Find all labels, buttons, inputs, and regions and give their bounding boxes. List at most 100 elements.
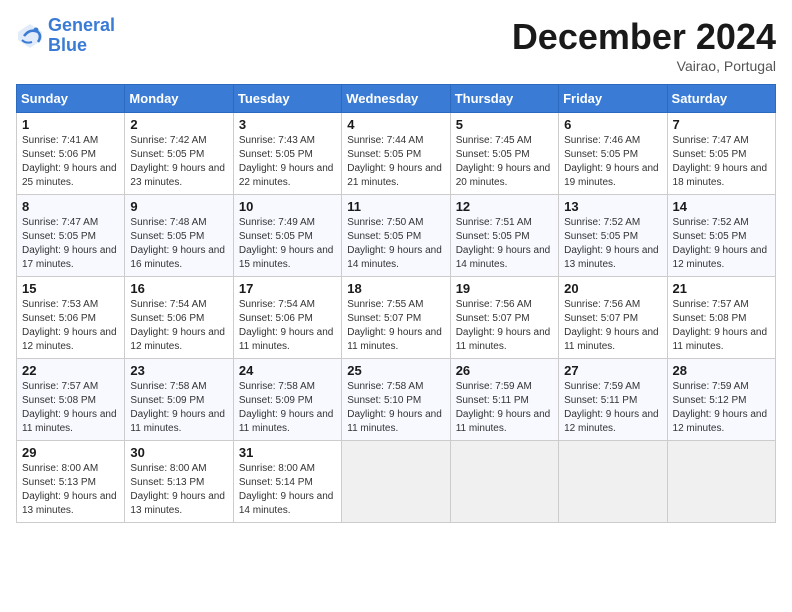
day-number: 29 bbox=[22, 445, 119, 460]
table-row bbox=[667, 441, 775, 523]
day-info: Sunrise: 7:59 AMSunset: 5:11 PMDaylight:… bbox=[564, 380, 661, 436]
day-info: Sunrise: 7:45 AMSunset: 5:05 PMDaylight:… bbox=[456, 134, 553, 190]
table-row: 7 Sunrise: 7:47 AMSunset: 5:05 PMDaylight… bbox=[667, 113, 775, 195]
day-number: 2 bbox=[130, 117, 227, 132]
day-number: 25 bbox=[347, 363, 444, 378]
day-info: Sunrise: 7:54 AMSunset: 5:06 PMDaylight:… bbox=[130, 298, 227, 354]
day-number: 12 bbox=[456, 199, 553, 214]
table-row: 8 Sunrise: 7:47 AMSunset: 5:05 PMDaylight… bbox=[17, 195, 125, 277]
day-number: 6 bbox=[564, 117, 661, 132]
day-info: Sunrise: 7:54 AMSunset: 5:06 PMDaylight:… bbox=[239, 298, 336, 354]
day-info: Sunrise: 7:44 AMSunset: 5:05 PMDaylight:… bbox=[347, 134, 444, 190]
table-row: 14Sunrise: 7:52 AMSunset: 5:05 PMDayligh… bbox=[667, 195, 775, 277]
day-info: Sunrise: 7:59 AMSunset: 5:11 PMDaylight:… bbox=[456, 380, 553, 436]
calendar-row: 29 Sunrise: 8:00 AMSunset: 5:13 PMDayligh… bbox=[17, 441, 776, 523]
day-number: 22 bbox=[22, 363, 119, 378]
table-row: 20Sunrise: 7:56 AMSunset: 5:07 PMDayligh… bbox=[559, 277, 667, 359]
table-row: 26 Sunrise: 7:59 AMSunset: 5:11 PMDayligh… bbox=[450, 359, 558, 441]
logo: General Blue bbox=[16, 16, 115, 56]
day-info: Sunrise: 7:50 AMSunset: 5:05 PMDaylight:… bbox=[347, 216, 444, 272]
table-row: 2 Sunrise: 7:42 AMSunset: 5:05 PMDaylight… bbox=[125, 113, 233, 195]
table-row: 5 Sunrise: 7:45 AMSunset: 5:05 PMDaylight… bbox=[450, 113, 558, 195]
calendar-body: 1 Sunrise: 7:41 AMSunset: 5:06 PMDaylight… bbox=[17, 113, 776, 523]
day-number: 27 bbox=[564, 363, 661, 378]
day-info: Sunrise: 7:47 AMSunset: 5:05 PMDaylight:… bbox=[673, 134, 770, 190]
table-row: 18Sunrise: 7:55 AMSunset: 5:07 PMDayligh… bbox=[342, 277, 450, 359]
logo-blue: Blue bbox=[48, 35, 87, 55]
day-number: 5 bbox=[456, 117, 553, 132]
day-info: Sunrise: 7:52 AMSunset: 5:05 PMDaylight:… bbox=[673, 216, 770, 272]
table-row: 15 Sunrise: 7:53 AMSunset: 5:06 PMDayligh… bbox=[17, 277, 125, 359]
day-info: Sunrise: 8:00 AMSunset: 5:13 PMDaylight:… bbox=[22, 462, 119, 518]
day-number: 8 bbox=[22, 199, 119, 214]
calendar-title: December 2024 bbox=[512, 16, 776, 58]
logo-general: General bbox=[48, 15, 115, 35]
table-row bbox=[559, 441, 667, 523]
day-info: Sunrise: 7:52 AMSunset: 5:05 PMDaylight:… bbox=[564, 216, 661, 272]
table-row: 27 Sunrise: 7:59 AMSunset: 5:11 PMDayligh… bbox=[559, 359, 667, 441]
table-row: 1 Sunrise: 7:41 AMSunset: 5:06 PMDaylight… bbox=[17, 113, 125, 195]
table-row: 6 Sunrise: 7:46 AMSunset: 5:05 PMDaylight… bbox=[559, 113, 667, 195]
day-number: 23 bbox=[130, 363, 227, 378]
table-row: 19 Sunrise: 7:56 AMSunset: 5:07 PMDayligh… bbox=[450, 277, 558, 359]
day-info: Sunrise: 7:41 AMSunset: 5:06 PMDaylight:… bbox=[22, 134, 119, 190]
day-number: 17 bbox=[239, 281, 336, 296]
table-row: 29 Sunrise: 8:00 AMSunset: 5:13 PMDayligh… bbox=[17, 441, 125, 523]
col-monday: Monday bbox=[125, 85, 233, 113]
table-row: 22 Sunrise: 7:57 AMSunset: 5:08 PMDayligh… bbox=[17, 359, 125, 441]
table-row: 21 Sunrise: 7:57 AMSunset: 5:08 PMDayligh… bbox=[667, 277, 775, 359]
day-number: 26 bbox=[456, 363, 553, 378]
table-row: 9 Sunrise: 7:48 AMSunset: 5:05 PMDaylight… bbox=[125, 195, 233, 277]
col-thursday: Thursday bbox=[450, 85, 558, 113]
col-sunday: Sunday bbox=[17, 85, 125, 113]
day-number: 24 bbox=[239, 363, 336, 378]
day-number: 10 bbox=[239, 199, 336, 214]
day-number: 11 bbox=[347, 199, 444, 214]
table-row: 30 Sunrise: 8:00 AMSunset: 5:13 PMDayligh… bbox=[125, 441, 233, 523]
day-number: 9 bbox=[130, 199, 227, 214]
header: General Blue December 2024 Vairao, Portu… bbox=[16, 16, 776, 74]
day-info: Sunrise: 7:53 AMSunset: 5:06 PMDaylight:… bbox=[22, 298, 119, 354]
table-row: 23 Sunrise: 7:58 AMSunset: 5:09 PMDayligh… bbox=[125, 359, 233, 441]
calendar-row: 22 Sunrise: 7:57 AMSunset: 5:08 PMDayligh… bbox=[17, 359, 776, 441]
day-info: Sunrise: 7:57 AMSunset: 5:08 PMDaylight:… bbox=[673, 298, 770, 354]
day-info: Sunrise: 7:58 AMSunset: 5:09 PMDaylight:… bbox=[130, 380, 227, 436]
day-info: Sunrise: 7:47 AMSunset: 5:05 PMDaylight:… bbox=[22, 216, 119, 272]
table-row: 12 Sunrise: 7:51 AMSunset: 5:05 PMDayligh… bbox=[450, 195, 558, 277]
day-number: 19 bbox=[456, 281, 553, 296]
day-info: Sunrise: 7:51 AMSunset: 5:05 PMDaylight:… bbox=[456, 216, 553, 272]
table-row: 16Sunrise: 7:54 AMSunset: 5:06 PMDayligh… bbox=[125, 277, 233, 359]
col-tuesday: Tuesday bbox=[233, 85, 341, 113]
logo-icon bbox=[16, 22, 44, 50]
day-number: 7 bbox=[673, 117, 770, 132]
day-number: 15 bbox=[22, 281, 119, 296]
day-number: 1 bbox=[22, 117, 119, 132]
day-number: 21 bbox=[673, 281, 770, 296]
table-row: 3Sunrise: 7:43 AMSunset: 5:05 PMDaylight… bbox=[233, 113, 341, 195]
table-row bbox=[450, 441, 558, 523]
day-info: Sunrise: 7:57 AMSunset: 5:08 PMDaylight:… bbox=[22, 380, 119, 436]
day-info: Sunrise: 8:00 AMSunset: 5:13 PMDaylight:… bbox=[130, 462, 227, 518]
col-friday: Friday bbox=[559, 85, 667, 113]
day-info: Sunrise: 7:43 AMSunset: 5:05 PMDaylight:… bbox=[239, 134, 336, 190]
day-info: Sunrise: 7:48 AMSunset: 5:05 PMDaylight:… bbox=[130, 216, 227, 272]
table-row: 4 Sunrise: 7:44 AMSunset: 5:05 PMDaylight… bbox=[342, 113, 450, 195]
day-number: 28 bbox=[673, 363, 770, 378]
table-row: 31Sunrise: 8:00 AMSunset: 5:14 PMDayligh… bbox=[233, 441, 341, 523]
calendar-header-row: Sunday Monday Tuesday Wednesday Thursday… bbox=[17, 85, 776, 113]
col-wednesday: Wednesday bbox=[342, 85, 450, 113]
day-number: 4 bbox=[347, 117, 444, 132]
day-number: 30 bbox=[130, 445, 227, 460]
day-info: Sunrise: 7:58 AMSunset: 5:09 PMDaylight:… bbox=[239, 380, 336, 436]
table-row: 13Sunrise: 7:52 AMSunset: 5:05 PMDayligh… bbox=[559, 195, 667, 277]
table-row: 28Sunrise: 7:59 AMSunset: 5:12 PMDayligh… bbox=[667, 359, 775, 441]
logo-text: General Blue bbox=[48, 16, 115, 56]
day-info: Sunrise: 7:46 AMSunset: 5:05 PMDaylight:… bbox=[564, 134, 661, 190]
day-number: 18 bbox=[347, 281, 444, 296]
day-number: 31 bbox=[239, 445, 336, 460]
calendar-table: Sunday Monday Tuesday Wednesday Thursday… bbox=[16, 84, 776, 523]
calendar-row: 1 Sunrise: 7:41 AMSunset: 5:06 PMDaylight… bbox=[17, 113, 776, 195]
day-info: Sunrise: 7:56 AMSunset: 5:07 PMDaylight:… bbox=[456, 298, 553, 354]
day-info: Sunrise: 7:42 AMSunset: 5:05 PMDaylight:… bbox=[130, 134, 227, 190]
title-area: December 2024 Vairao, Portugal bbox=[512, 16, 776, 74]
